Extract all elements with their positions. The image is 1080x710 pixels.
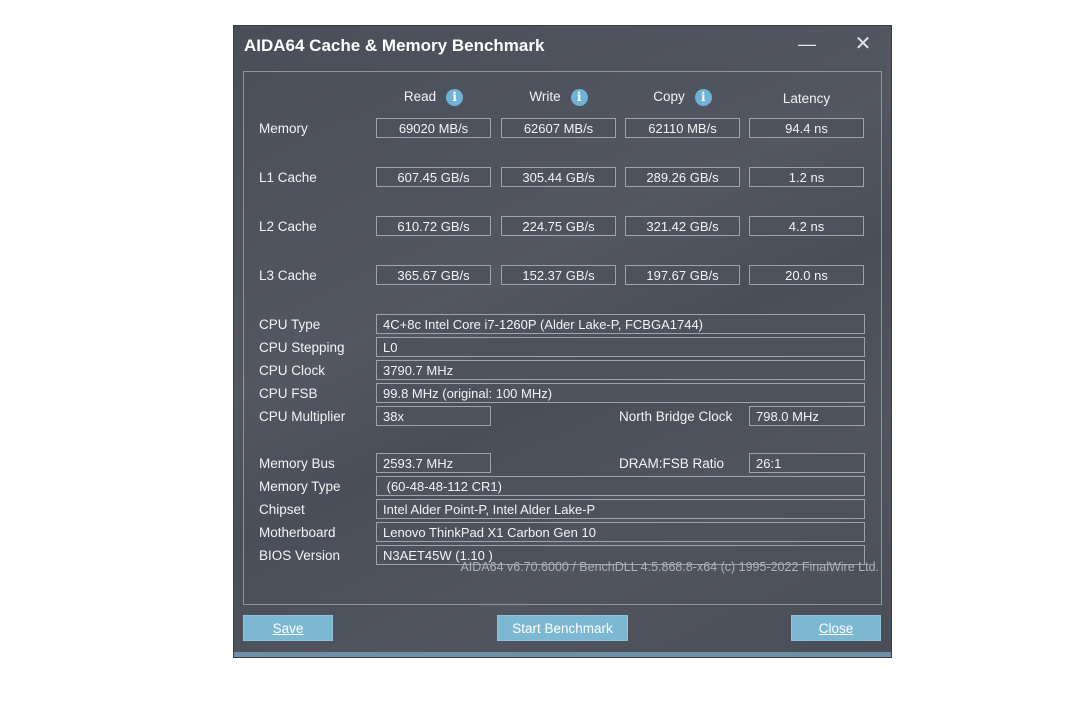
column-header-write: Write i bbox=[501, 89, 616, 106]
cpu-clock-value: 3790.7 MHz bbox=[376, 360, 865, 380]
info-icon-read[interactable]: i bbox=[446, 89, 464, 106]
memory-type-label: Memory Type bbox=[259, 479, 341, 494]
version-footer: AIDA64 v6.70.6000 / BenchDLL 4.5.868.8-x… bbox=[460, 560, 879, 574]
l2-read-value: 610.72 GB/s bbox=[376, 216, 491, 236]
memory-bus-label: Memory Bus bbox=[259, 456, 335, 471]
info-icon-write[interactable]: i bbox=[570, 89, 588, 106]
chipset-label: Chipset bbox=[259, 502, 305, 517]
minimize-icon[interactable]: — bbox=[790, 31, 824, 57]
north-bridge-clock-value: 798.0 MHz bbox=[749, 406, 865, 426]
memory-bus-value: 2593.7 MHz bbox=[376, 453, 491, 473]
close-button-label: Close bbox=[818, 621, 854, 636]
save-button[interactable]: Save bbox=[243, 615, 333, 641]
row-label-l1: L1 Cache bbox=[259, 170, 317, 185]
column-header-latency: Latency bbox=[782, 91, 831, 106]
cpu-type-label: CPU Type bbox=[259, 317, 321, 332]
l3-latency-value: 20.0 ns bbox=[749, 265, 864, 285]
l1-latency-value: 1.2 ns bbox=[749, 167, 864, 187]
close-button[interactable]: Close bbox=[791, 615, 881, 641]
l3-copy-value: 197.67 GB/s bbox=[625, 265, 740, 285]
cpu-multiplier-label: CPU Multiplier bbox=[259, 409, 346, 424]
row-label-l2: L2 Cache bbox=[259, 219, 317, 234]
memory-copy-value: 62110 MB/s bbox=[625, 118, 740, 138]
cpu-stepping-label: CPU Stepping bbox=[259, 340, 345, 355]
l1-write-value: 305.44 GB/s bbox=[501, 167, 616, 187]
memory-latency-value: 94.4 ns bbox=[749, 118, 864, 138]
l1-copy-value: 289.26 GB/s bbox=[625, 167, 740, 187]
chipset-value: Intel Alder Point-P, Intel Alder Lake-P bbox=[376, 499, 865, 519]
column-header-copy: Copy i bbox=[625, 89, 740, 106]
copy-label: Copy bbox=[653, 89, 685, 105]
l3-read-value: 365.67 GB/s bbox=[376, 265, 491, 285]
dram-fsb-ratio-value: 26:1 bbox=[749, 453, 865, 473]
l3-write-value: 152.37 GB/s bbox=[501, 265, 616, 285]
memory-type-value: (60-48-48-112 CR1) bbox=[376, 476, 865, 496]
motherboard-value: Lenovo ThinkPad X1 Carbon Gen 10 bbox=[376, 522, 865, 542]
l2-copy-value: 321.42 GB/s bbox=[625, 216, 740, 236]
column-header-read: Read i bbox=[376, 89, 491, 106]
window-title: AIDA64 Cache & Memory Benchmark bbox=[244, 36, 545, 55]
cpu-clock-label: CPU Clock bbox=[259, 363, 326, 378]
motherboard-label: Motherboard bbox=[259, 525, 336, 540]
title-bar[interactable]: AIDA64 Cache & Memory Benchmark — ✕ bbox=[234, 26, 891, 66]
l2-latency-value: 4.2 ns bbox=[749, 216, 864, 236]
north-bridge-clock-label: North Bridge Clock bbox=[619, 409, 733, 424]
write-label: Write bbox=[529, 89, 561, 105]
benchmark-window: AIDA64 Cache & Memory Benchmark — ✕ Read… bbox=[234, 26, 891, 657]
cpu-stepping-value: L0 bbox=[376, 337, 865, 357]
l2-write-value: 224.75 GB/s bbox=[501, 216, 616, 236]
cpu-fsb-label: CPU FSB bbox=[259, 386, 318, 401]
bios-version-label: BIOS Version bbox=[259, 548, 341, 563]
save-button-label: Save bbox=[272, 621, 304, 636]
row-label-memory: Memory bbox=[259, 121, 308, 136]
start-benchmark-button[interactable]: Start Benchmark bbox=[497, 615, 628, 641]
read-label: Read bbox=[403, 89, 437, 105]
close-icon[interactable]: ✕ bbox=[846, 31, 880, 57]
cpu-fsb-value: 99.8 MHz (original: 100 MHz) bbox=[376, 383, 865, 403]
row-label-l3: L3 Cache bbox=[259, 268, 317, 283]
memory-read-value: 69020 MB/s bbox=[376, 118, 491, 138]
cpu-multiplier-value: 38x bbox=[376, 406, 491, 426]
dram-fsb-ratio-label: DRAM:FSB Ratio bbox=[619, 456, 725, 471]
l1-read-value: 607.45 GB/s bbox=[376, 167, 491, 187]
memory-write-value: 62607 MB/s bbox=[501, 118, 616, 138]
results-panel: Read i Write i Copy i Latency Memory 69020 … bbox=[243, 71, 882, 605]
info-icon-copy[interactable]: i bbox=[694, 89, 712, 106]
cpu-type-value: 4C+8c Intel Core i7-1260P (Alder Lake-P,… bbox=[376, 314, 865, 334]
